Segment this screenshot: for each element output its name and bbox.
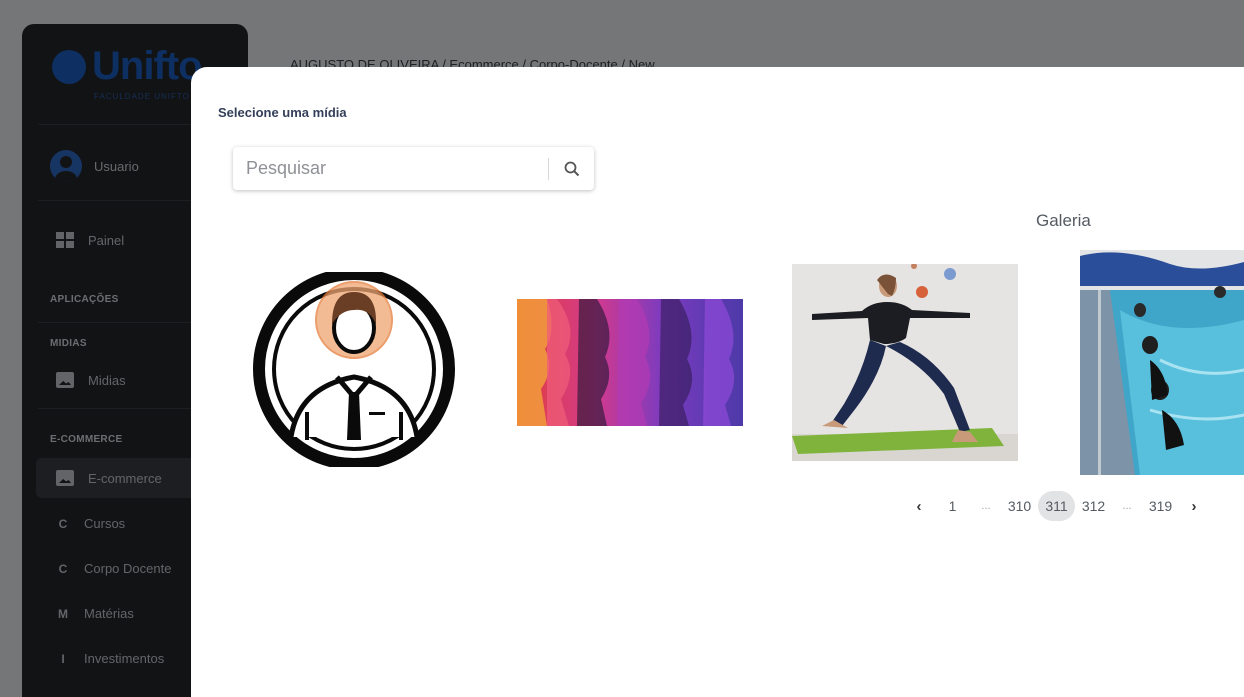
pagination-prev-button[interactable]: ‹ (904, 491, 934, 521)
yoga-photo (792, 264, 1018, 461)
page-button-310[interactable]: 310 (1001, 491, 1038, 521)
pagination-next-button[interactable]: › (1179, 491, 1209, 521)
gallery-title: Galeria (1036, 211, 1091, 230)
page-button-1[interactable]: 1 (934, 491, 971, 521)
page-button-312[interactable]: 312 (1075, 491, 1112, 521)
pagination: ‹ 1 ... 310 311 312 ... 319 › (904, 491, 1209, 521)
modal-title: Selecione uma mídia (218, 105, 347, 120)
search-box (233, 147, 594, 190)
person-avatar-icon (253, 272, 455, 467)
media-item-yoga[interactable] (792, 264, 1018, 461)
page-button-311-current[interactable]: 311 (1038, 491, 1075, 521)
search-input[interactable] (233, 147, 548, 190)
page-ellipsis: ... (1122, 500, 1132, 512)
media-item-avatar[interactable] (249, 272, 459, 467)
media-item-colorful-faces[interactable] (517, 299, 743, 426)
pool-photo (1080, 250, 1244, 475)
page-ellipsis: ... (981, 500, 991, 512)
page-button-319[interactable]: 319 (1142, 491, 1179, 521)
colorful-faces-image (517, 299, 743, 426)
search-icon (564, 161, 579, 176)
search-button[interactable] (549, 147, 594, 190)
media-picker-modal: Selecione uma mídia Galeria (191, 67, 1244, 697)
media-item-pool[interactable] (1080, 250, 1244, 475)
